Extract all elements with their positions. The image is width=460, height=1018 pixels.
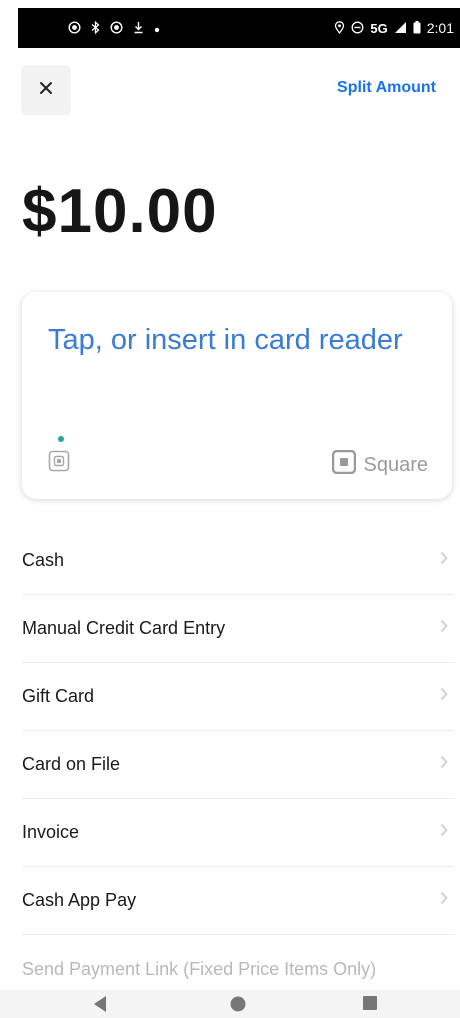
back-icon[interactable]: [92, 995, 108, 1018]
chevron-right-icon: [440, 755, 448, 774]
method-label: Manual Credit Card Entry: [22, 618, 226, 638]
method-invoice[interactable]: Invoice: [22, 799, 454, 867]
method-card-on-file[interactable]: Card on File: [22, 731, 454, 799]
split-amount-button[interactable]: Split Amount: [337, 79, 436, 97]
dnd-icon: [351, 21, 364, 36]
status-time: 2:01: [426, 20, 454, 36]
method-manual-credit-card[interactable]: Manual Credit Card Entry: [22, 595, 454, 663]
card-reader-panel: Tap, or insert in card reader Square: [22, 292, 452, 499]
status-left: [68, 20, 160, 36]
chevron-right-icon: [440, 823, 448, 842]
download-icon: [133, 21, 144, 36]
chevron-right-icon: [440, 619, 448, 638]
payment-amount: $10.00: [22, 177, 218, 246]
method-label: Send Payment Link (Fixed Price Items Onl…: [22, 958, 377, 979]
method-label: Gift Card: [22, 686, 95, 706]
close-button[interactable]: [21, 65, 71, 115]
method-label: Card on File: [22, 754, 121, 774]
reader-prompt: Tap, or insert in card reader: [48, 324, 403, 356]
method-label: Invoice: [22, 822, 80, 842]
target-icon: [68, 20, 81, 36]
location-icon: [334, 20, 345, 36]
target-icon: [110, 20, 123, 36]
card-reader-icon: [48, 450, 70, 477]
battery-icon: [413, 20, 421, 36]
method-cash[interactable]: Cash: [22, 527, 454, 595]
home-icon[interactable]: [229, 995, 247, 1018]
chevron-right-icon: [440, 891, 448, 910]
chevron-right-icon: [440, 687, 448, 706]
method-cash-app-pay[interactable]: Cash App Pay: [22, 867, 454, 935]
method-gift-card[interactable]: Gift Card: [22, 663, 454, 731]
close-icon: [39, 81, 53, 100]
recents-icon[interactable]: [362, 995, 378, 1016]
status-bar: 5G 2:01: [18, 8, 460, 48]
method-label: Cash App Pay: [22, 890, 137, 910]
method-label: Cash: [22, 550, 65, 570]
dot-icon: [154, 22, 160, 35]
navigation-bar: [0, 990, 460, 1018]
bluetooth-icon: [91, 20, 100, 36]
square-brand: Square: [331, 449, 429, 480]
network-type: 5G: [370, 20, 388, 36]
brand-name: Square: [363, 453, 429, 476]
reader-status-dot: [58, 436, 64, 442]
payment-method-list: Cash Manual Credit Card Entry Gift Card …: [22, 527, 454, 1003]
signal-icon: [394, 21, 407, 36]
square-logo-icon: [331, 449, 356, 480]
chevron-right-icon: [440, 551, 448, 570]
status-right: 5G 2:01: [334, 20, 454, 36]
